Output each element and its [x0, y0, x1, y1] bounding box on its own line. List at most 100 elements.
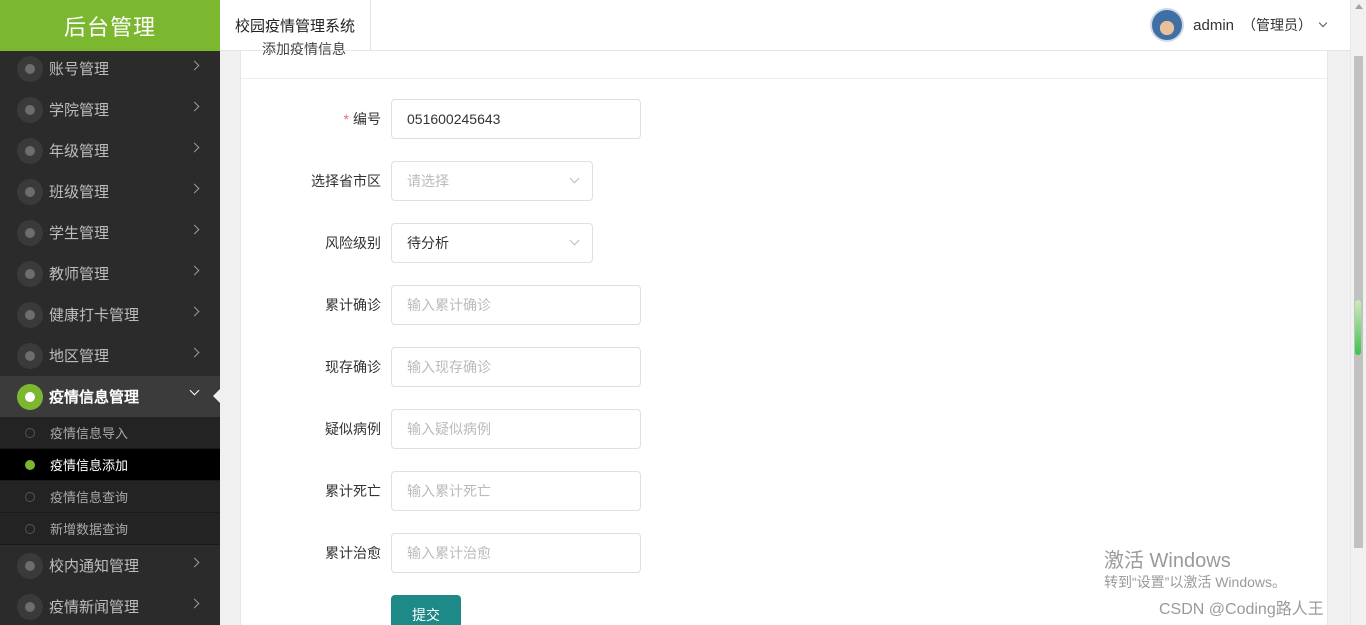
sidebar-item-label: 教师管理 [49, 266, 110, 283]
submenu-item-query[interactable]: 疫情信息查询 [0, 481, 220, 513]
id-input[interactable] [391, 99, 641, 139]
globe-icon [17, 593, 43, 620]
sidebar-item-campus-notices[interactable]: 校内通知管理 [0, 545, 220, 586]
chevron-right-icon [189, 557, 200, 568]
sidebar-item-grades[interactable]: 年级管理 [0, 130, 220, 171]
sidebar-item-classes[interactable]: 班级管理 [0, 171, 220, 212]
card-divider [241, 78, 1327, 79]
chevron-down-icon [569, 173, 580, 184]
sidebar-item-epidemic-info[interactable]: 疫情信息管理 [0, 376, 220, 417]
form-row-risk: 风险级别 待分析 [241, 223, 741, 263]
top-header: 校园疫情管理系统 admin （管理员） [220, 0, 1350, 51]
risk-select-value: 待分析 [407, 235, 449, 251]
sidebar-item-students[interactable]: 学生管理 [0, 212, 220, 253]
region-label: 选择省市区 [311, 173, 381, 189]
sidebar-item-label: 账号管理 [49, 61, 110, 78]
total-confirmed-label: 累计确诊 [325, 297, 381, 313]
chevron-right-icon [189, 598, 200, 609]
sidebar-item-label: 疫情信息管理 [49, 389, 140, 406]
username: admin [1193, 16, 1234, 34]
bullet-icon [25, 523, 35, 534]
chevron-down-icon [1318, 18, 1328, 28]
sidebar-item-label: 疫情新闻管理 [49, 599, 140, 616]
sidebar: 后台管理 账号管理 学院管理 年级管理 班级管理 学生管理 教师管理 健康打卡管… [0, 0, 220, 625]
chevron-right-icon [189, 347, 200, 358]
sidebar-item-label: 学院管理 [49, 102, 110, 119]
total-confirmed-input[interactable] [391, 285, 641, 325]
form-row-suspected: 疑似病例 [241, 409, 741, 449]
chevron-down-icon [569, 235, 580, 246]
suspected-input[interactable] [391, 409, 641, 449]
sidebar-item-regions[interactable]: 地区管理 [0, 335, 220, 376]
sidebar-item-colleges[interactable]: 学院管理 [0, 89, 220, 130]
sidebar-item-epidemic-news[interactable]: 疫情新闻管理 [0, 586, 220, 625]
chevron-right-icon [189, 224, 200, 235]
form-card: 添加疫情信息 *编号 选择省市区 请选择 风险级别 待分析 累计确诊 现存确诊 … [240, 41, 1328, 625]
globe-icon [17, 137, 43, 164]
activate-windows-title: 激活 Windows [1104, 550, 1231, 572]
sidebar-item-health-checkin[interactable]: 健康打卡管理 [0, 294, 220, 335]
globe-icon [17, 260, 43, 287]
sidebar-item-teachers[interactable]: 教师管理 [0, 253, 220, 294]
scroll-up-arrow-icon[interactable] [1355, 4, 1363, 9]
globe-icon [17, 96, 43, 123]
csdn-watermark: CSDN @Coding路人王 [1159, 601, 1324, 618]
suspected-label: 疑似病例 [325, 421, 381, 437]
sidebar-menu: 账号管理 学院管理 年级管理 班级管理 学生管理 教师管理 健康打卡管理 地区管… [0, 48, 220, 625]
sidebar-item-label: 班级管理 [49, 184, 110, 201]
id-label-text: 编号 [353, 111, 381, 127]
form-row-total-deaths: 累计死亡 [241, 471, 741, 511]
id-label: * 编号 [344, 99, 381, 139]
globe-icon [17, 178, 43, 205]
submit-button[interactable]: 提交 [391, 595, 461, 625]
submenu-item-label: 新增数据查询 [50, 522, 129, 537]
sidebar-item-accounts[interactable]: 账号管理 [0, 48, 220, 89]
submenu-item-import[interactable]: 疫情信息导入 [0, 417, 220, 449]
total-cured-label: 累计治愈 [325, 545, 381, 561]
side-indicator [1355, 300, 1361, 355]
total-deaths-label: 累计死亡 [325, 483, 381, 499]
chevron-down-icon [189, 385, 200, 396]
bullet-icon [25, 459, 35, 470]
user-role: （管理员） [1242, 17, 1312, 33]
submenu-item-label: 疫情信息添加 [50, 458, 129, 473]
risk-label: 风险级别 [325, 235, 381, 251]
globe-icon [17, 342, 43, 369]
region-select[interactable]: 请选择 [391, 161, 593, 201]
sidebar-item-label: 地区管理 [49, 348, 110, 365]
form-row-current-confirmed: 现存确诊 [241, 347, 741, 387]
bullet-icon [25, 491, 35, 502]
total-deaths-input[interactable] [391, 471, 641, 511]
current-confirmed-input[interactable] [391, 347, 641, 387]
globe-icon [17, 55, 43, 82]
form-row-region: 选择省市区 请选择 [241, 161, 741, 201]
brand-title: 后台管理 [0, 0, 220, 51]
sidebar-item-label: 年级管理 [49, 143, 110, 160]
submenu-item-label: 疫情信息查询 [50, 490, 129, 505]
chevron-right-icon [189, 183, 200, 194]
globe-icon [17, 552, 43, 579]
form-row-total-confirmed: 累计确诊 [241, 285, 741, 325]
sidebar-item-label: 校内通知管理 [49, 558, 140, 575]
sidebar-item-label: 健康打卡管理 [49, 307, 140, 324]
chevron-right-icon [189, 306, 200, 317]
chevron-right-icon [189, 265, 200, 276]
risk-select[interactable]: 待分析 [391, 223, 593, 263]
globe-icon [17, 219, 43, 246]
submenu-item-add[interactable]: 疫情信息添加 [0, 449, 220, 481]
required-mark: * [343, 111, 349, 127]
bullet-icon [25, 427, 35, 438]
sidebar-item-label: 学生管理 [49, 225, 110, 242]
chevron-right-icon [189, 101, 200, 112]
submenu-item-label: 疫情信息导入 [50, 426, 129, 441]
current-confirmed-label: 现存确诊 [325, 359, 381, 375]
avatar [1150, 8, 1185, 42]
total-cured-input[interactable] [391, 533, 641, 573]
user-menu[interactable]: admin （管理员） [1150, 8, 1328, 42]
region-select-placeholder: 请选择 [407, 173, 449, 189]
form-row-id: * 编号 [241, 99, 741, 139]
card-title: 添加疫情信息 [262, 41, 346, 57]
form-row-total-cured: 累计治愈 [241, 533, 741, 573]
chevron-right-icon [189, 60, 200, 71]
submenu-item-new-data[interactable]: 新增数据查询 [0, 513, 220, 545]
